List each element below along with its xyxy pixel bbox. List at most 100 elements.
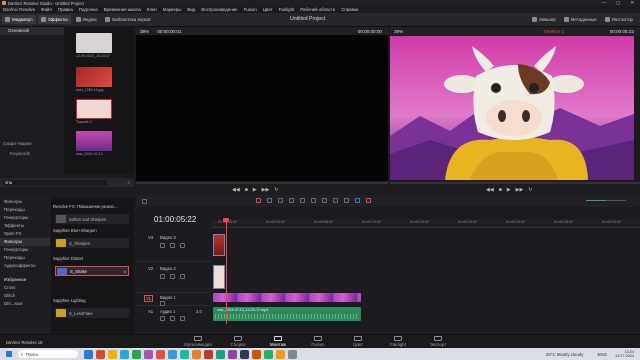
taskbar-app-icon[interactable] <box>264 349 273 359</box>
track-header-v1[interactable]: V1 Видео 1 <box>136 293 212 306</box>
taskbar-app-icon[interactable] <box>168 349 177 359</box>
media-clip[interactable]: icon_1280.15.jpg <box>76 67 112 92</box>
play-icon[interactable]: ▶ <box>507 187 511 193</box>
bin-master[interactable]: Основной <box>0 27 64 35</box>
taskbar-app-icon[interactable] <box>192 349 201 359</box>
taskbar-app-icon[interactable] <box>132 349 141 359</box>
menu-view[interactable]: Вид <box>187 7 195 12</box>
windows-start-icon[interactable] <box>6 351 12 357</box>
program-scrubber[interactable] <box>390 182 640 184</box>
metadata-toggle[interactable]: Метаданные <box>561 15 600 24</box>
inspector-toggle[interactable]: Инспектор <box>602 15 636 24</box>
media-pool-toggle[interactable]: Медиапул <box>2 15 36 24</box>
track-header-a1[interactable]: A1 Аудио 1 2.0 <box>136 306 212 324</box>
a1-clip[interactable]: cow_2024-07-13_14-31-17.mp4 <box>213 307 361 321</box>
favorite-star-icon[interactable]: ■ <box>124 269 126 274</box>
fx-tree-item[interactable]: Генераторы <box>0 246 50 254</box>
stop-icon[interactable]: ■ <box>499 187 502 193</box>
page-media[interactable]: Мультимедиа <box>178 336 218 347</box>
search-icon[interactable]: ⌕ <box>127 180 130 185</box>
weather-widget[interactable]: 29°C Mostly cloudy <box>546 352 584 357</box>
taskbar-app-icon[interactable] <box>120 349 129 359</box>
taskbar-app-icon[interactable] <box>228 349 237 359</box>
menu-markers[interactable]: Маркеры <box>163 7 182 12</box>
taskbar-app-icon[interactable] <box>240 349 249 359</box>
favorite-item[interactable]: Dirt...ssor <box>0 300 50 308</box>
play-icon[interactable]: ▶ <box>253 187 257 193</box>
media-clip[interactable]: cow_2024-07-12... <box>76 131 112 156</box>
menu-workspace[interactable]: Рабочий области <box>300 7 335 12</box>
page-cut[interactable]: Сборка <box>218 336 258 347</box>
track-header-v3[interactable]: V3 Видео 3 <box>136 231 212 262</box>
lock-icon[interactable] <box>160 243 165 248</box>
source-viewer[interactable] <box>136 35 388 181</box>
smart-bin-keywords[interactable]: Keywords <box>10 151 30 156</box>
menu-edit[interactable]: Правка <box>58 7 73 12</box>
lock-icon[interactable] <box>160 274 165 279</box>
page-edit[interactable]: Монтаж <box>258 336 298 347</box>
v3-clip[interactable] <box>213 234 225 256</box>
menu-timeline[interactable]: Временная шкала <box>104 7 141 12</box>
auto-select-icon[interactable] <box>170 274 175 279</box>
taskbar-search[interactable]: ⌕ Поиск <box>18 350 78 358</box>
fx-tree-item[interactable]: Генераторы <box>0 214 50 222</box>
effects-toggle[interactable]: Эффекты <box>37 15 71 24</box>
source-zoom[interactable]: 39% <box>140 29 149 34</box>
jog-forward-icon[interactable]: ▶▶ <box>516 187 524 193</box>
selection-tool-icon[interactable] <box>256 198 261 203</box>
visibility-icon[interactable] <box>180 274 185 279</box>
trim-tool-icon[interactable] <box>267 198 272 203</box>
flag-icon[interactable] <box>355 198 360 203</box>
insert-icon[interactable] <box>300 198 305 203</box>
taskbar-app-icon[interactable] <box>144 349 153 359</box>
media-clip[interactable]: Tosprite 2 <box>76 99 112 124</box>
v2-clip[interactable] <box>213 265 225 289</box>
taskbar-app-icon[interactable] <box>108 349 117 359</box>
page-deliver[interactable]: Экспорт <box>418 336 458 347</box>
menu-davinci[interactable]: DaVinci Resolve <box>3 7 35 12</box>
taskbar-app-icon[interactable] <box>180 349 189 359</box>
menu-trim[interactable]: Подгонка <box>79 7 98 12</box>
program-zoom[interactable]: 39% <box>394 29 403 34</box>
fx-tree-item-selected[interactable]: Фильтры <box>0 238 50 246</box>
taskbar-app-icon[interactable] <box>288 349 297 359</box>
fx-tree-item[interactable]: Переходы <box>0 206 50 214</box>
mute-icon[interactable] <box>180 316 185 321</box>
track-header-v2[interactable]: V2 Видео 2 <box>136 262 212 293</box>
v1-clip[interactable] <box>213 293 361 302</box>
fx-tree-item[interactable]: Аудиоэффекты <box>0 262 50 270</box>
solo-icon[interactable] <box>170 316 175 321</box>
zoom-slider[interactable] <box>586 200 626 201</box>
auto-select-icon[interactable] <box>170 243 175 248</box>
playhead-handle[interactable] <box>223 218 229 222</box>
taskbar-app-icon[interactable] <box>216 349 225 359</box>
visibility-icon[interactable] <box>180 243 185 248</box>
dynamic-trim-icon[interactable] <box>278 198 283 203</box>
overwrite-icon[interactable] <box>311 198 316 203</box>
sound-library-toggle[interactable]: Библиотека звуков <box>102 15 153 24</box>
menu-file[interactable]: Файл <box>41 7 52 12</box>
page-fusion[interactable]: Fusion <box>298 336 338 347</box>
program-viewer[interactable] <box>390 36 634 180</box>
language-indicator[interactable]: ENG <box>597 352 607 357</box>
fx-tree-item[interactable]: Переходы <box>0 254 50 262</box>
taskbar-app-icon[interactable] <box>84 349 93 359</box>
menu-clip[interactable]: Клип <box>147 7 157 12</box>
menu-color[interactable]: Цвет <box>263 7 273 12</box>
media-clip[interactable]: 12.09.2023_15.34.57 <box>76 33 112 58</box>
effects-search-input[interactable] <box>3 179 107 186</box>
fx-tree-item[interactable]: Эффекты <box>0 222 50 230</box>
loop-icon[interactable]: ↻ <box>274 187 278 193</box>
timeline-ruler[interactable]: 01:00:00:00 01:00:04:00 01:00:08:00 01:0… <box>212 219 640 228</box>
playhead[interactable] <box>226 219 227 324</box>
taskbar-app-icon[interactable] <box>204 349 213 359</box>
taskbar-app-icon[interactable] <box>276 349 285 359</box>
fx-item-s-shake[interactable]: S_Shake ■ <box>55 266 129 276</box>
snapping-icon[interactable] <box>333 198 338 203</box>
fx-item-soften-sharpen[interactable]: Soften and Sharpen <box>55 214 129 224</box>
clock[interactable]: 13:24 13.07.2024 <box>615 350 634 358</box>
linked-selection-icon[interactable] <box>344 198 349 203</box>
fx-tree-item[interactable]: Фильтры <box>0 198 50 206</box>
favorite-item[interactable]: Glitch <box>0 292 50 300</box>
taskbar-app-icon[interactable] <box>156 349 165 359</box>
